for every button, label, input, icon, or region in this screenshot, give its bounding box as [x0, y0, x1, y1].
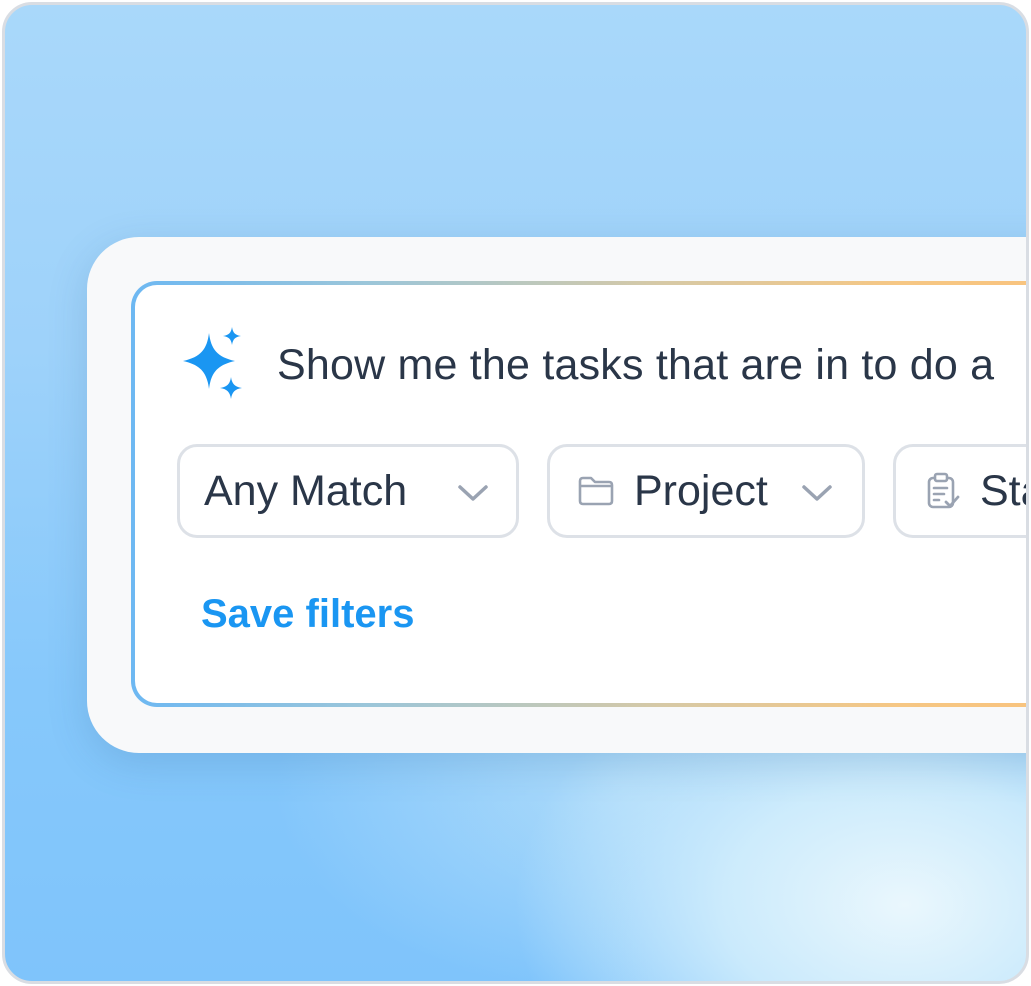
filter-panel: Show me the tasks that are in to do a An…: [87, 237, 1026, 753]
save-filters-link[interactable]: Save filters: [201, 592, 414, 637]
ai-query-card: Show me the tasks that are in to do a An…: [131, 281, 1026, 707]
ai-query-text[interactable]: Show me the tasks that are in to do a: [277, 341, 994, 390]
sparkle-icon: [183, 327, 242, 399]
folder-icon: [578, 476, 614, 506]
clipboard-check-icon: [927, 472, 960, 509]
chevron-down-icon: [458, 485, 488, 501]
match-mode-label: Any Match: [204, 466, 408, 515]
project-filter-dropdown[interactable]: Project: [547, 444, 865, 538]
ai-query-card-content: Show me the tasks that are in to do a An…: [135, 285, 1026, 703]
match-mode-dropdown[interactable]: Any Match: [177, 444, 519, 538]
project-filter-label: Project: [634, 466, 768, 515]
chevron-down-icon: [802, 485, 832, 501]
background-frame: Show me the tasks that are in to do a An…: [2, 2, 1029, 984]
status-filter-dropdown[interactable]: Sta: [893, 444, 1026, 538]
status-filter-label: Sta: [980, 466, 1026, 515]
